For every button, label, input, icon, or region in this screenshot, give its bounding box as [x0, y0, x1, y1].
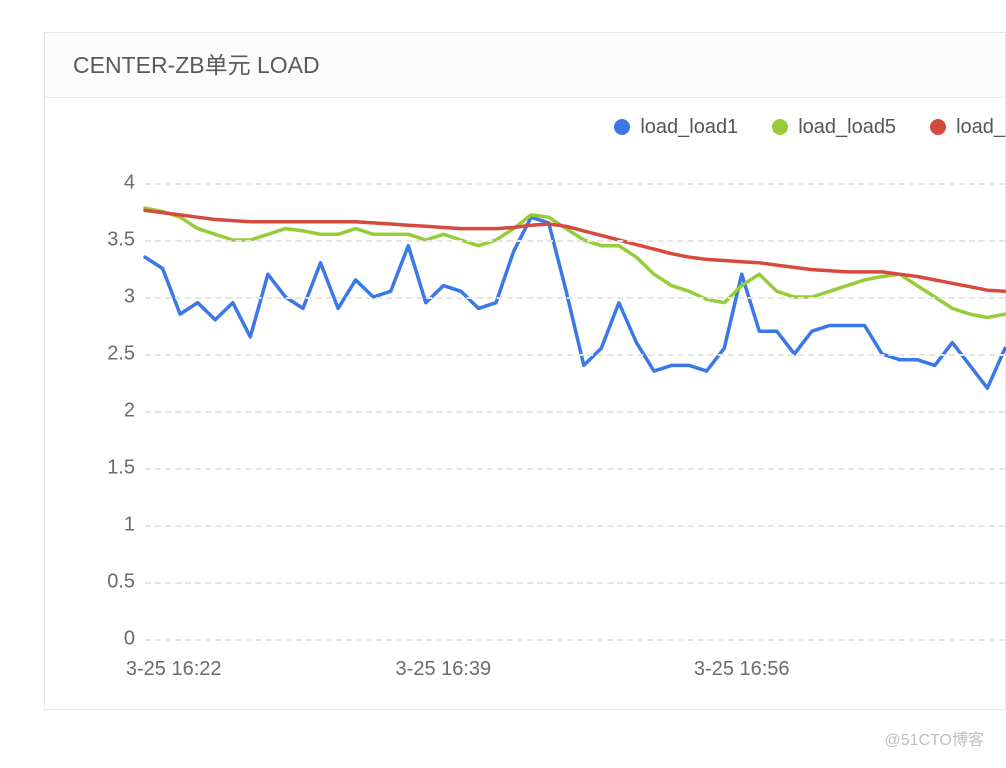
legend-item-load1[interactable]: load_load1: [614, 116, 738, 139]
legend-label: load_load5: [798, 116, 896, 139]
x-axis-tick: 3-25 16:22: [126, 658, 222, 681]
x-axis-tick: 3-25 16:56: [694, 658, 790, 681]
grid-line: [145, 639, 1005, 641]
legend-dot-icon: [614, 119, 630, 135]
legend-item-load-extra[interactable]: load_: [930, 116, 1005, 139]
grid-line: [145, 411, 1005, 413]
legend-item-load5[interactable]: load_load5: [772, 116, 896, 139]
series-line: [145, 217, 1005, 388]
y-axis-tick: 0.5: [75, 571, 135, 594]
y-axis-tick: 2: [75, 400, 135, 423]
plot-area[interactable]: 00.511.522.533.543-25 16:223-25 16:393-2…: [145, 183, 1005, 639]
y-axis-tick: 0: [75, 628, 135, 651]
chart-title: CENTER-ZB单元 LOAD: [45, 33, 1005, 98]
legend-dot-icon: [772, 119, 788, 135]
watermark: @51CTO博客: [884, 726, 984, 750]
grid-line: [145, 354, 1005, 356]
x-axis-tick: 3-25 16:39: [396, 658, 492, 681]
legend-label: load_load1: [640, 116, 738, 139]
grid-line: [145, 183, 1005, 185]
legend: load_load1 load_load5 load_: [45, 107, 1005, 147]
grid-line: [145, 297, 1005, 299]
y-axis-tick: 3: [75, 286, 135, 309]
plot-wrap: 0 0.5 1 1.5 2 2.5 3 3.5 4 3-25 16:22 3-25 16:39 3-2…: [45, 153, 1005, 709]
y-axis-tick: 1: [75, 514, 135, 537]
y-axis-tick: 4: [75, 172, 135, 195]
series-line: [145, 208, 1005, 317]
y-axis-tick: 3.5: [75, 229, 135, 252]
grid-line: [145, 240, 1005, 242]
grid-line: [145, 525, 1005, 527]
legend-label: load_: [956, 116, 1005, 139]
legend-dot-icon: [930, 119, 946, 135]
y-axis-tick: 2.5: [75, 343, 135, 366]
grid-line: [145, 582, 1005, 584]
grid-line: [145, 468, 1005, 470]
chart-card: CENTER-ZB单元 LOAD load_load1 load_load5 l…: [44, 32, 1006, 710]
y-axis-tick: 1.5: [75, 457, 135, 480]
